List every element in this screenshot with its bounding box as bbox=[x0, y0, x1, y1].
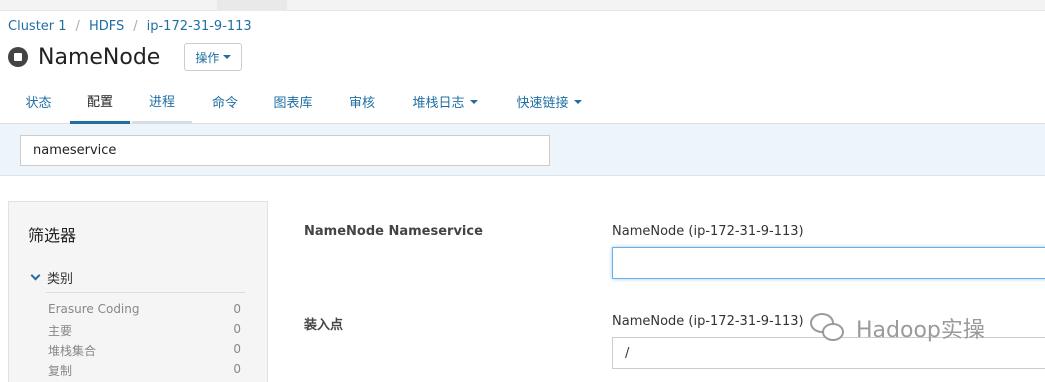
tab-label: 进程 bbox=[148, 94, 175, 110]
filter-item-stacks-collection[interactable]: 堆栈集合 0 bbox=[48, 342, 241, 362]
config-search-input[interactable]: nameservice bbox=[20, 135, 550, 166]
chevron-down-icon bbox=[30, 270, 41, 281]
tab-label: 图表库 bbox=[273, 96, 313, 111]
tab-commands[interactable]: 命令 bbox=[196, 79, 254, 124]
filter-list: Erasure Coding 0 主要 0 堆栈集合 0 复制 0 bbox=[48, 302, 241, 382]
tab-configuration[interactable]: 配置 bbox=[70, 79, 130, 124]
filter-item-count: 0 bbox=[233, 322, 241, 336]
actions-dropdown-button[interactable]: 操作 bbox=[184, 43, 243, 71]
stopped-status-icon bbox=[8, 47, 28, 67]
filter-category-toggle[interactable]: 类别 bbox=[30, 268, 73, 287]
filter-item-label: Erasure Coding bbox=[48, 302, 140, 316]
caret-down-icon bbox=[469, 99, 478, 104]
breadcrumb-separator: / bbox=[75, 19, 80, 34]
watermark-text: Hadoop实操 bbox=[856, 318, 985, 343]
tab-stacks-logs[interactable]: 堆栈日志 bbox=[400, 79, 490, 124]
breadcrumb-separator: / bbox=[133, 19, 138, 34]
property-label-nameservice: NameNode Nameservice bbox=[304, 224, 483, 239]
filter-panel-title: 筛选器 bbox=[28, 226, 77, 245]
title-row: NameNode 操作 bbox=[8, 42, 243, 72]
filter-item-main[interactable]: 主要 0 bbox=[48, 322, 241, 342]
tab-label: 命令 bbox=[211, 96, 238, 111]
filter-item-label: 主要 bbox=[48, 324, 73, 338]
wechat-icon bbox=[810, 313, 846, 343]
watermark: Hadoop实操 bbox=[810, 312, 985, 344]
filter-item-count: 0 bbox=[233, 362, 241, 376]
top-tab-stub[interactable] bbox=[217, 0, 287, 11]
breadcrumb-service[interactable]: HDFS bbox=[89, 19, 124, 34]
property-scope-nameservice: NameNode (ip-172-31-9-113) bbox=[612, 224, 804, 239]
filter-panel: 筛选器 类别 Erasure Coding 0 主要 0 堆栈集合 0 复制 0 bbox=[8, 201, 268, 382]
config-search-band: nameservice bbox=[0, 124, 1045, 176]
property-scope-mount-points: NameNode (ip-172-31-9-113) bbox=[612, 314, 804, 329]
tab-quick-links[interactable]: 快速链接 bbox=[504, 79, 594, 124]
tab-label: 审核 bbox=[348, 96, 375, 111]
divider bbox=[46, 292, 245, 293]
caret-down-icon bbox=[223, 55, 232, 59]
page-title: NameNode bbox=[38, 44, 161, 70]
filter-item-count: 0 bbox=[233, 302, 241, 316]
filter-item-count: 0 bbox=[233, 342, 241, 356]
nameservice-input[interactable] bbox=[612, 247, 1045, 279]
tab-label: 堆栈日志 bbox=[412, 96, 465, 111]
filter-item-replication[interactable]: 复制 0 bbox=[48, 362, 241, 382]
tab-charts-library[interactable]: 图表库 bbox=[262, 79, 324, 124]
top-tab-strip bbox=[0, 0, 1045, 11]
actions-button-label: 操作 bbox=[195, 50, 220, 65]
tab-label: 快速链接 bbox=[516, 96, 569, 111]
breadcrumb-cluster[interactable]: Cluster 1 bbox=[8, 19, 67, 34]
tab-bar: 状态 配置 进程 命令 图表库 审核 堆栈日志 快速链接 bbox=[0, 79, 1045, 124]
tab-status[interactable]: 状态 bbox=[11, 79, 66, 124]
caret-down-icon bbox=[573, 99, 582, 104]
filter-item-erasure-coding[interactable]: Erasure Coding 0 bbox=[48, 302, 241, 322]
tab-label: 状态 bbox=[25, 96, 52, 111]
breadcrumb-host[interactable]: ip-172-31-9-113 bbox=[147, 19, 252, 34]
filter-item-label: 复制 bbox=[48, 364, 73, 378]
tab-processes[interactable]: 进程 bbox=[132, 79, 192, 124]
filter-category-label: 类别 bbox=[47, 272, 74, 287]
tab-label: 配置 bbox=[86, 94, 113, 110]
breadcrumb: Cluster 1 / HDFS / ip-172-31-9-113 bbox=[8, 19, 252, 34]
property-label-mount-points: 装入点 bbox=[304, 318, 344, 333]
tab-audits[interactable]: 审核 bbox=[336, 79, 388, 124]
filter-item-label: 堆栈集合 bbox=[48, 344, 97, 358]
